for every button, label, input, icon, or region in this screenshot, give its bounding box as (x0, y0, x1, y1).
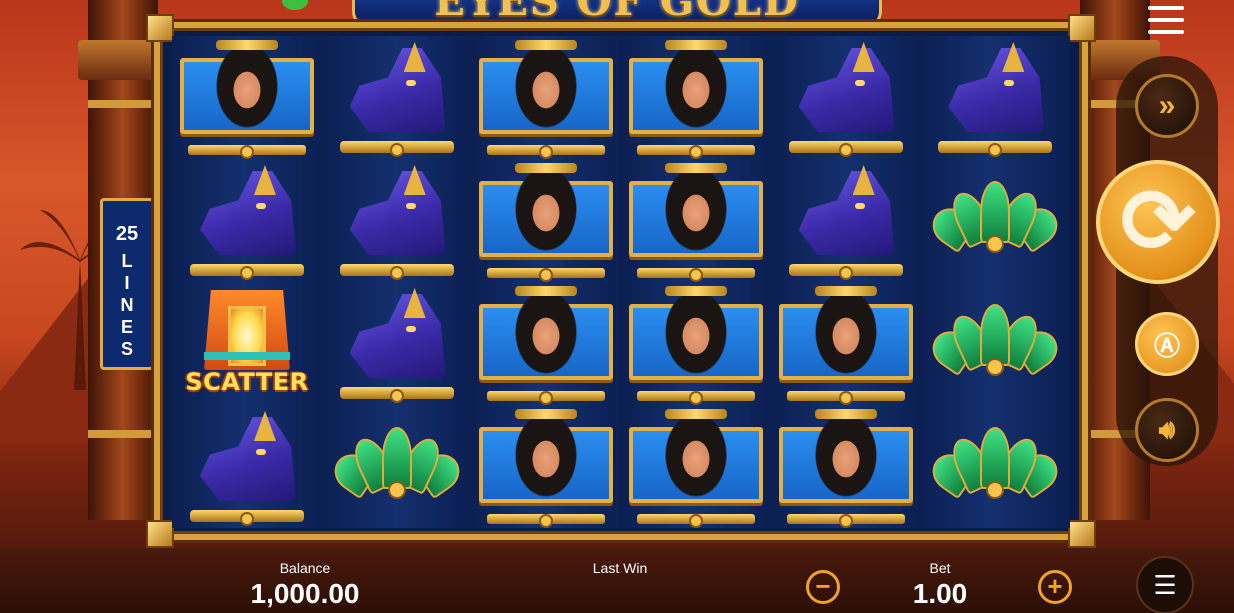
paylines-count: 25 (115, 223, 139, 245)
reel-symbol-queen (771, 282, 921, 405)
reel-symbol-lotus (920, 282, 1070, 405)
reel-symbol-jackal (920, 36, 1070, 159)
bet-decrease-button[interactable]: − (806, 570, 840, 604)
coin-stack-icon: ☰ (1153, 569, 1177, 600)
last-win-display: Last Win (570, 560, 670, 578)
reel-symbol-queen (471, 405, 621, 528)
reel-frame: SCATTER (146, 14, 1096, 548)
bet-increase-button[interactable]: + (1038, 570, 1072, 604)
reel-symbol-jackal (172, 159, 322, 282)
balance-label: Balance (279, 560, 331, 576)
reel-grid: SCATTER (172, 36, 1070, 528)
reel-symbol-jackal (771, 159, 921, 282)
reel-symbol-queen (771, 405, 921, 528)
reel-symbol-lotus (322, 405, 472, 528)
autoplay-button[interactable]: Ⓐ (1135, 312, 1199, 376)
coin-stack-button[interactable]: ☰ (1136, 556, 1194, 613)
reel-symbol-queen (621, 159, 771, 282)
reel-symbol-lotus (920, 159, 1070, 282)
spin-button[interactable]: ⟳ (1096, 160, 1220, 284)
reel-symbol-queen (172, 36, 322, 159)
reel-symbol-queen (621, 36, 771, 159)
reel-symbol-jackal (322, 282, 472, 405)
balance-display: Balance 1,000.00 (230, 560, 380, 610)
reel-symbol-jackal (172, 405, 322, 528)
reel-symbol-queen (471, 36, 621, 159)
reel-symbol-jackal (322, 159, 472, 282)
reel-symbol-scatter: SCATTER (172, 282, 322, 405)
paylines-badge: 25 LINES (100, 198, 154, 370)
reel-symbol-jackal (322, 36, 472, 159)
reel-symbol-queen (621, 405, 771, 528)
reel-symbol-queen (621, 282, 771, 405)
bet-display: Bet 1.00 (890, 560, 990, 610)
bet-label: Bet (929, 560, 951, 576)
last-win-label: Last Win (592, 560, 648, 576)
reel-symbol-jackal (771, 36, 921, 159)
paylines-label: LINES (120, 251, 134, 359)
hamburger-menu-icon[interactable] (1148, 6, 1184, 36)
autoplay-icon: Ⓐ (1153, 330, 1180, 361)
balance-value: 1,000.00 (250, 578, 360, 609)
reel-symbol-queen (471, 282, 621, 405)
bet-value: 1.00 (912, 578, 968, 609)
reel-symbol-queen (471, 159, 621, 282)
fast-forward-icon: » (1158, 89, 1176, 122)
reel-symbol-lotus (920, 405, 1070, 528)
sound-button[interactable]: 🔊︎ (1135, 398, 1199, 462)
speaker-icon: 🔊︎ (1158, 414, 1176, 444)
scatter-label: SCATTER (185, 368, 309, 396)
turbo-button[interactable]: » (1135, 74, 1199, 138)
refresh-icon: ⟳ (1120, 172, 1196, 272)
